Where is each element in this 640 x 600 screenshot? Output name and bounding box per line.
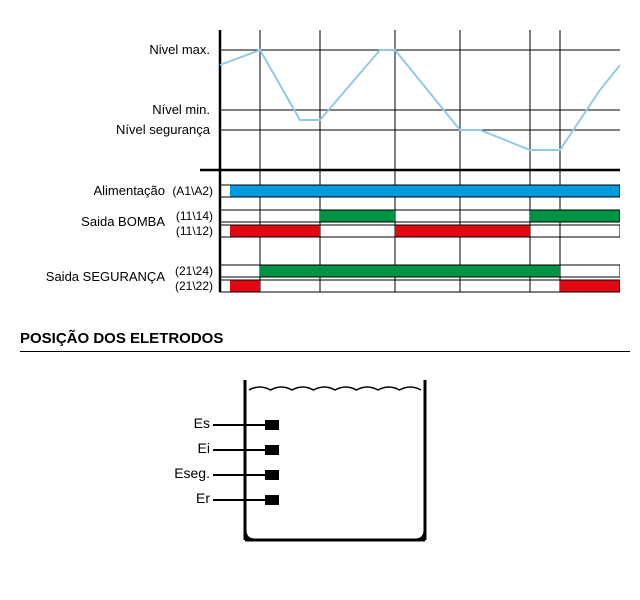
svg-text:Saida BOMBA: Saida BOMBA xyxy=(81,214,165,229)
timing-svg: Nivel max. Nível min. Nível segurança Alime… xyxy=(20,10,620,310)
svg-text:Alimentação: Alimentação xyxy=(93,183,165,198)
svg-text:Er: Er xyxy=(196,490,210,506)
svg-text:(A1\A2): (A1\A2) xyxy=(172,184,213,198)
svg-text:(11\12): (11\12) xyxy=(176,224,213,238)
svg-text:(21\24): (21\24) xyxy=(175,264,213,278)
svg-text:(11\14): (11\14) xyxy=(176,209,213,223)
svg-text:(21\22): (21\22) xyxy=(175,279,213,293)
svg-text:Eseg.: Eseg. xyxy=(174,465,210,481)
svg-text:Nível min.: Nível min. xyxy=(152,102,210,117)
electrode-diagram: Es Ei Eseg. Er xyxy=(20,370,620,570)
svg-text:Nível segurança: Nível segurança xyxy=(116,122,211,137)
svg-text:Es: Es xyxy=(194,415,210,431)
timing-diagram: Nivel max. Nível min. Nível segurança Alime… xyxy=(20,10,620,310)
svg-text:Ei: Ei xyxy=(198,440,210,456)
title-divider xyxy=(20,351,630,352)
svg-text:Saida SEGURANÇA: Saida SEGURANÇA xyxy=(46,269,166,284)
electrode-svg: Es Ei Eseg. Er xyxy=(20,370,620,570)
svg-text:Nivel max.: Nivel max. xyxy=(149,42,210,57)
section-title: POSIÇÃO DOS ELETRODOS xyxy=(20,330,620,347)
